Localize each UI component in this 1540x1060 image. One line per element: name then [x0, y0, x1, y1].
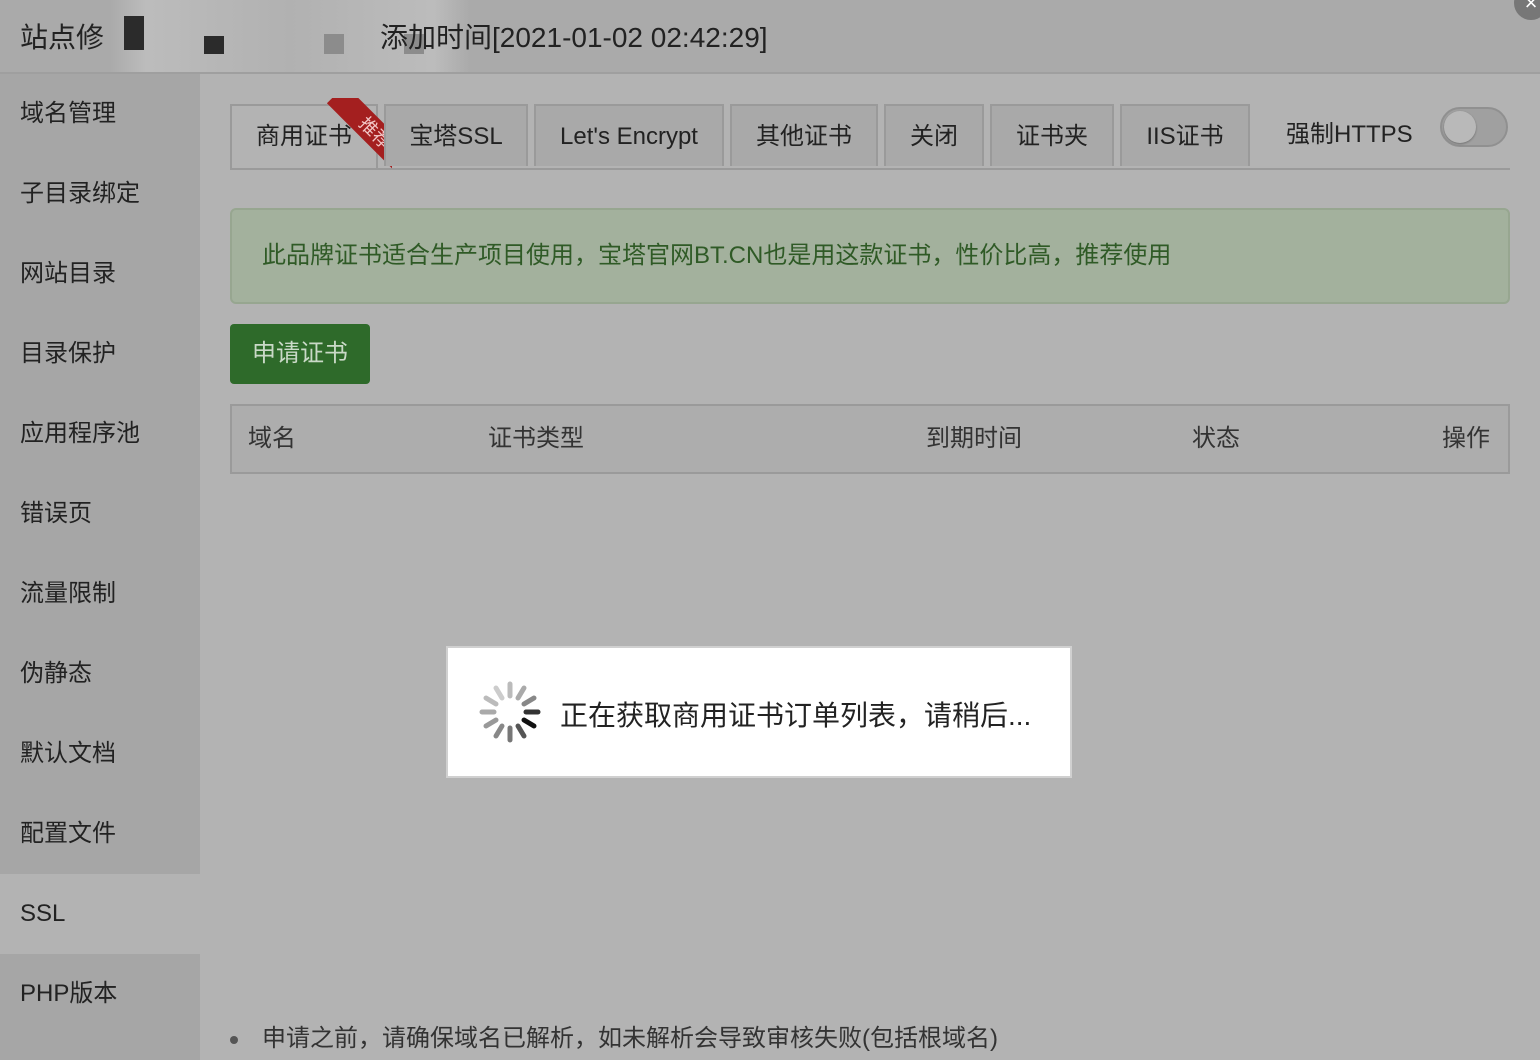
apply-cert-button[interactable]: 申请证书	[230, 324, 370, 384]
sidebar-item-app-pool[interactable]: 应用程序池	[0, 394, 200, 474]
sidebar-item-site-dir[interactable]: 网站目录	[0, 234, 200, 314]
force-https-toggle[interactable]	[1440, 107, 1508, 147]
tab-other-cert[interactable]: 其他证书	[730, 104, 878, 166]
dialog-title: 站点修	[20, 16, 104, 56]
recommend-alert: 此品牌证书适合生产项目使用，宝塔官网BT.CN也是用这款证书，性价比高，推荐使用	[230, 208, 1510, 304]
column-domain: 域名	[248, 425, 296, 452]
sidebar-item-php-version[interactable]: PHP版本	[0, 954, 200, 1034]
column-expire-time: 到期时间	[926, 425, 1022, 452]
column-cert-type: 证书类型	[488, 425, 584, 452]
sidebar-item-traffic-limit[interactable]: 流量限制	[0, 554, 200, 634]
tab-iis-cert[interactable]: IIS证书	[1120, 104, 1250, 166]
sidebar-item-rewrite[interactable]: 伪静态	[0, 634, 200, 714]
tab-lets-encrypt[interactable]: Let's Encrypt	[534, 104, 724, 166]
bullet-icon	[230, 1035, 238, 1044]
tab-bt-ssl[interactable]: 宝塔SSL	[384, 104, 528, 166]
redaction-block	[324, 34, 344, 54]
dialog-header: 站点修 添加时间[2021-01-02 02:42:29] ×	[0, 0, 1540, 74]
sidebar-item-domain[interactable]: 域名管理	[0, 74, 200, 154]
sidebar-item-config[interactable]: 配置文件	[0, 794, 200, 874]
close-icon[interactable]: ×	[1514, 0, 1540, 20]
spinner-icon	[479, 681, 541, 743]
apply-note: 申请之前，请确保域名已解析，如未解析会导致审核失败(包括根域名)	[230, 1018, 998, 1053]
redaction-block	[124, 16, 144, 50]
sidebar-item-subdir[interactable]: 子目录绑定	[0, 154, 200, 234]
tab-commercial-cert[interactable]: 商用证书 推荐	[230, 98, 392, 174]
loading-dialog: 正在获取商用证书订单列表，请稍后...	[446, 646, 1072, 778]
cert-table-header: 域名 证书类型 到期时间 状态 操作	[230, 404, 1510, 474]
recommend-ribbon: 推荐	[316, 98, 392, 174]
main-panel: 商用证书 推荐 宝塔SSL Let's Encrypt 其他证书 关闭 证书夹 …	[200, 74, 1540, 1060]
column-actions: 操作	[1442, 425, 1490, 452]
redaction-block	[204, 36, 224, 54]
sidebar: 域名管理 子目录绑定 网站目录 目录保护 应用程序池 错误页 流量限制 伪静态 …	[0, 74, 200, 1060]
title-prefix: 站点修	[20, 22, 105, 53]
added-time: 添加时间[2021-01-02 02:42:29]	[380, 22, 768, 53]
column-status: 状态	[1192, 425, 1240, 452]
loading-message: 正在获取商用证书订单列表，请稍后...	[560, 700, 1032, 731]
toggle-knob	[1444, 111, 1476, 143]
note-text: 申请之前，请确保域名已解析，如未解析会导致审核失败(包括根域名)	[262, 1025, 998, 1052]
force-https-label: 强制HTTPS	[1286, 121, 1413, 148]
tab-cert-folder[interactable]: 证书夹	[990, 104, 1114, 166]
tab-close[interactable]: 关闭	[884, 104, 984, 166]
sidebar-item-default-doc[interactable]: 默认文档	[0, 714, 200, 794]
sidebar-item-dir-protect[interactable]: 目录保护	[0, 314, 200, 394]
sidebar-item-ssl[interactable]: SSL	[0, 874, 200, 954]
sidebar-item-error-page[interactable]: 错误页	[0, 474, 200, 554]
